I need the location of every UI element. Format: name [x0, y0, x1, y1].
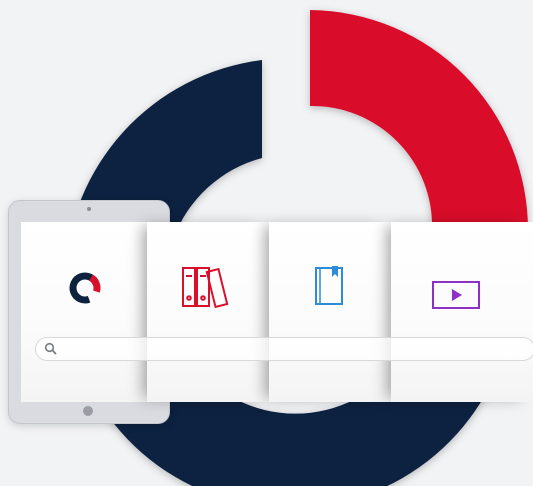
binders-icon	[182, 267, 229, 309]
video-play-icon	[432, 281, 480, 309]
panel-binders	[147, 222, 271, 402]
panel-video	[391, 222, 533, 402]
search-input[interactable]	[35, 337, 533, 361]
content-panels	[21, 222, 533, 402]
tablet-camera	[87, 207, 91, 211]
bookmarked-document-icon	[315, 266, 343, 305]
ring-logo-icon	[69, 272, 101, 304]
tablet-home-button	[83, 406, 93, 416]
search-icon	[44, 342, 57, 355]
red-ring-segment	[310, 10, 528, 230]
panel-logo	[21, 222, 151, 402]
panel-document	[269, 222, 393, 402]
